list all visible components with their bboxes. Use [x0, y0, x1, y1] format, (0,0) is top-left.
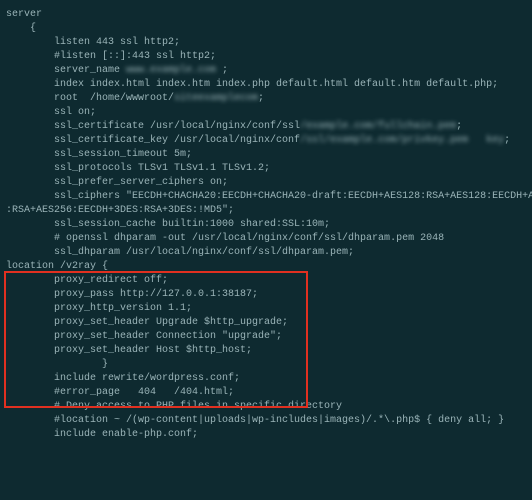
- code-line: proxy_set_header Upgrade $http_upgrade;: [6, 316, 532, 330]
- code-line-location: location /v2ray {: [6, 260, 532, 274]
- redacted-text: /example.com/fullchain.pem: [300, 120, 456, 134]
- code-line: proxy_redirect off;: [6, 274, 532, 288]
- redacted-text: key: [486, 134, 504, 148]
- text: ;: [216, 65, 228, 76]
- code-line-ssl-key: ssl_certificate_key /usr/local/nginx/con…: [6, 134, 532, 148]
- code-line: listen 443 ssl http2;: [6, 36, 532, 50]
- code-line: proxy_set_header Connection "upgrade";: [6, 330, 532, 344]
- redacted-text: siteexamplecom: [174, 92, 258, 106]
- code-line: #location ~ /(wp-content|uploads|wp-incl…: [6, 414, 532, 428]
- code-line: }: [6, 358, 532, 372]
- text: ;: [504, 135, 510, 146]
- text: ssl_certificate_key /usr/local/nginx/con…: [6, 135, 300, 146]
- code-line: #listen [::]:443 ssl http2;: [6, 50, 532, 64]
- code-line: proxy_http_version 1.1;: [6, 302, 532, 316]
- code-line: proxy_pass http://127.0.0.1:38187;: [6, 288, 532, 302]
- code-line: server: [6, 8, 532, 22]
- text: root /home/wwwroot/: [6, 93, 174, 104]
- code-line: {: [6, 22, 532, 36]
- redacted-text: /ssl/example.com/privkey.pem: [300, 134, 468, 148]
- code-line-ssl-cert: ssl_certificate /usr/local/nginx/conf/ss…: [6, 120, 532, 134]
- nginx-config-code: server { listen 443 ssl http2; #listen […: [0, 0, 532, 500]
- code-line-root: root /home/wwwroot/siteexamplecom;: [6, 92, 532, 106]
- code-line: ssl_session_cache builtin:1000 shared:SS…: [6, 218, 532, 232]
- redacted-text: www.example.com: [126, 64, 216, 78]
- code-line: ssl_protocols TLSv1 TLSv1.1 TLSv1.2;: [6, 162, 532, 176]
- text: ssl_certificate /usr/local/nginx/conf/ss…: [6, 121, 300, 132]
- code-line: ssl_session_timeout 5m;: [6, 148, 532, 162]
- text: server_name: [6, 65, 126, 76]
- text: ;: [258, 93, 264, 104]
- text: [468, 135, 486, 146]
- code-line: ssl_ciphers "EECDH+CHACHA20:EECDH+CHACHA…: [6, 190, 532, 204]
- code-line: :RSA+AES256:EECDH+3DES:RSA+3DES:!MD5";: [6, 204, 532, 218]
- code-line-server-name: server_name www.example.com ;: [6, 64, 532, 78]
- code-line: # Deny access to PHP files in specific d…: [6, 400, 532, 414]
- code-line: # openssl dhparam -out /usr/local/nginx/…: [6, 232, 532, 246]
- code-line: include rewrite/wordpress.conf;: [6, 372, 532, 386]
- code-line: ssl_dhparam /usr/local/nginx/conf/ssl/dh…: [6, 246, 532, 260]
- code-line: include enable-php.conf;: [6, 428, 532, 442]
- code-line: proxy_set_header Host $http_host;: [6, 344, 532, 358]
- code-line: #error_page 404 /404.html;: [6, 386, 532, 400]
- code-line: ssl_prefer_server_ciphers on;: [6, 176, 532, 190]
- code-line: ssl on;: [6, 106, 532, 120]
- text: ;: [456, 121, 462, 132]
- code-line: index index.html index.htm index.php def…: [6, 78, 532, 92]
